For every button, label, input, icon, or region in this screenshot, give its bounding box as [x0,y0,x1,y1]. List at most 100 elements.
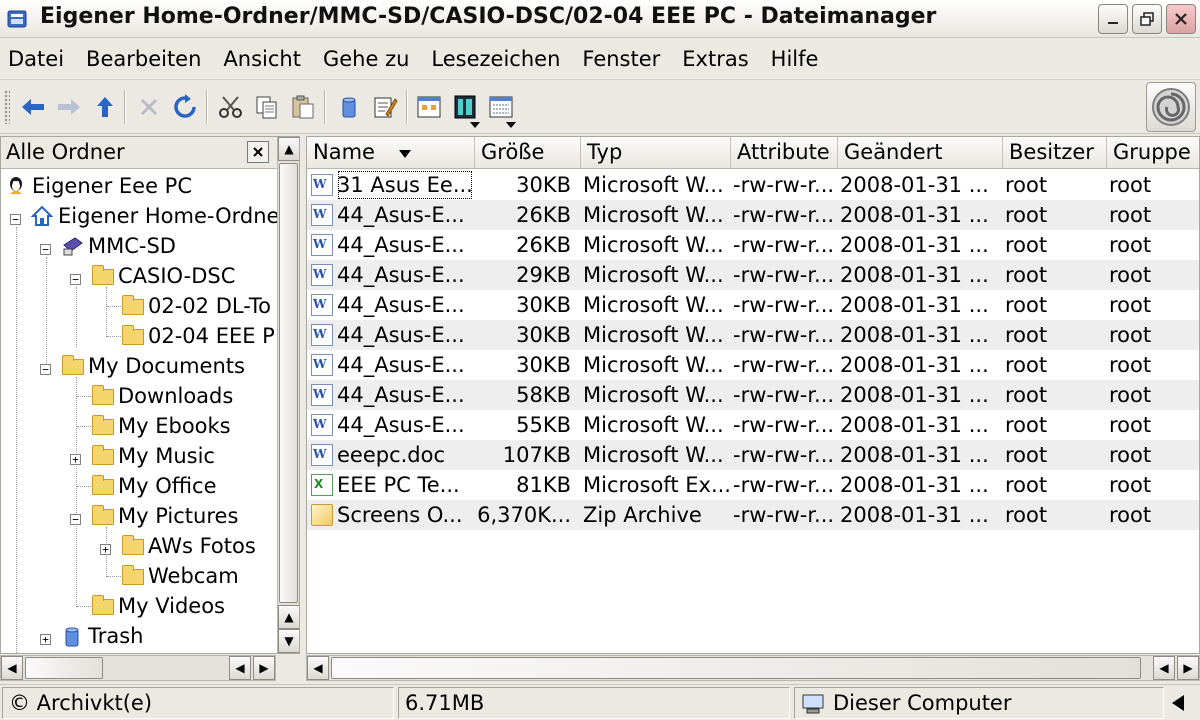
toolbar-grip[interactable] [4,90,10,124]
scroll-thumb[interactable] [331,657,1141,679]
tree-item-aws-fotos[interactable]: AWs Fotos [121,531,256,561]
minimize-button[interactable] [1098,4,1128,34]
scroll-left-button[interactable]: ◀ [307,656,329,680]
file-row[interactable]: 44_Asus-E... 29KB Microsoft W... -rw-rw-r..… [307,260,1199,290]
collapse-toggle[interactable]: − [40,364,51,375]
file-row[interactable]: 44_Asus-E... 55KB Microsoft W... -rw-rw-r..… [307,410,1199,440]
file-row[interactable]: Screens O... 6,370K... Zip Archive -rw-rw-r… [307,500,1199,530]
copy-button[interactable] [252,92,282,122]
file-cell-modified: 2008-01-31 ... [840,233,989,257]
tree-item-casio-dsc[interactable]: CASIO-DSC [91,261,235,291]
file-row[interactable]: 44_Asus-E... 26KB Microsoft W... -rw-rw-r..… [307,200,1199,230]
column-header-type[interactable]: Typ [581,137,731,169]
menu-ansicht[interactable]: Ansicht [223,47,301,71]
forward-button[interactable] [54,92,84,122]
file-row[interactable]: 44_Asus-E... 30KB Microsoft W... -rw-rw-r..… [307,320,1199,350]
menu-fenster[interactable]: Fenster [582,47,660,71]
folder-icon [91,475,115,497]
tree-item-downloads[interactable]: Downloads [91,381,233,411]
scroll-left-button[interactable]: ◀ [1153,656,1175,680]
file-cell-size: 26KB [516,203,571,227]
file-row[interactable]: 44_Asus-E... 58KB Microsoft W... -rw-rw-r..… [307,380,1199,410]
expand-toggle[interactable]: + [40,634,51,645]
file-row[interactable]: 44_Asus-E... 26KB Microsoft W... -rw-rw-r..… [307,230,1199,260]
close-sidebar-button[interactable] [247,141,269,163]
folder-tree-scrollbar[interactable]: ▲ ▲ ▼ [277,137,299,653]
stop-button[interactable] [134,92,164,122]
scroll-right-button[interactable]: ▶ [253,656,275,680]
word-doc-icon [311,384,333,406]
file-cell-name: EEE PC Te... [337,473,460,497]
up-button[interactable] [90,92,120,122]
tree-item-webcam[interactable]: Webcam [121,561,239,591]
tree-item-my-music[interactable]: My Music [91,441,215,471]
scroll-right-button[interactable]: ▶ [1177,656,1199,680]
menu-lesezeichen[interactable]: Lesezeichen [431,47,560,71]
paste-button[interactable] [288,92,318,122]
tree-item-02-02[interactable]: 02-02 DL-To [121,291,271,321]
menu-hilfe[interactable]: Hilfe [771,47,819,71]
tree-item-my-documents[interactable]: My Documents [61,351,245,381]
reload-button[interactable] [170,92,200,122]
toolbar [0,80,1200,134]
scroll-up-button[interactable]: ▲ [278,137,299,161]
trash-button[interactable] [334,92,364,122]
scroll-up-button[interactable]: ▲ [278,605,299,629]
tree-item-mmc-sd[interactable]: MMC-SD [61,231,176,261]
file-row[interactable]: 31 Asus Ee... 30KB Microsoft W... -rw-rw-r.… [307,170,1199,200]
icon-view-button[interactable] [414,92,444,122]
folder-tree-title: Alle Ordner [6,140,125,164]
file-row[interactable]: EEE PC Te... 81KB Microsoft Ex...-rw-rw-r.… [307,470,1199,500]
scroll-thumb[interactable] [279,163,298,603]
tree-line [46,257,47,367]
tree-item-my-videos[interactable]: My Videos [91,591,225,621]
tree-item-eigener-eee-pc[interactable]: Eigener Eee PC [5,171,192,201]
paste-icon [292,95,314,119]
scroll-left-button[interactable]: ◀ [229,656,251,680]
collapse-toggle[interactable]: − [10,214,21,225]
column-header-size[interactable]: Größe [475,137,581,169]
throbber-button[interactable] [1146,82,1196,132]
scroll-thumb[interactable] [25,657,103,679]
column-header-group[interactable]: Gruppe [1107,137,1199,169]
menu-extras[interactable]: Extras [682,47,748,71]
scroll-down-button[interactable]: ▼ [278,629,299,653]
menu-bearbeiten[interactable]: Bearbeiten [86,47,201,71]
back-button[interactable] [18,92,48,122]
column-header-attributes[interactable]: Attribute [731,137,838,169]
tree-item-home[interactable]: Eigener Home-Ordne [30,201,279,231]
tree-line [107,336,121,337]
column-header-name[interactable]: Name [307,137,475,169]
column-header-modified[interactable]: Geändert [838,137,1003,169]
menu-gehe-zu[interactable]: Gehe zu [323,47,409,71]
folder-icon [91,505,115,527]
tree-item-my-office[interactable]: My Office [91,471,217,501]
properties-button[interactable] [370,92,400,122]
expand-toggle[interactable]: + [100,544,111,555]
tree-item-trash[interactable]: Trash [61,621,144,651]
tree-item-my-pictures[interactable]: My Pictures [91,501,238,531]
collapse-toggle[interactable]: − [70,514,81,525]
collapse-toggle[interactable]: − [70,274,81,285]
scroll-left-button[interactable]: ◀ [1,656,23,680]
tree-item-label: My Pictures [118,504,239,528]
close-window-button[interactable] [1166,4,1196,34]
folder-tree-hscrollbar[interactable]: ◀ ◀ ▶ [0,655,276,681]
maximize-button[interactable] [1132,4,1162,34]
menu-datei[interactable]: Datei [8,47,64,71]
column-header-owner[interactable]: Besitzer [1003,137,1107,169]
file-row[interactable]: 44_Asus-E... 30KB Microsoft W... -rw-rw-r..… [307,350,1199,380]
file-cell-name: 44_Asus-E... [337,203,465,227]
resize-grip-icon[interactable] [1172,695,1184,711]
file-list-hscrollbar[interactable]: ◀ ◀ ▶ [306,655,1200,681]
file-row[interactable]: 44_Asus-E... 30KB Microsoft W... -rw-rw-r..… [307,290,1199,320]
collapse-toggle[interactable]: − [40,244,51,255]
detail-view-button[interactable] [450,92,480,128]
file-cell-attr: -rw-rw-r... [733,233,835,257]
file-row[interactable]: eeepc.doc 107KB Microsoft W... -rw-rw-r...2… [307,440,1199,470]
tree-item-02-04-selected[interactable]: 02-04 EEE P [121,321,275,351]
cut-button[interactable] [216,92,246,122]
tree-item-my-ebooks[interactable]: My Ebooks [91,411,231,441]
list-view-button[interactable] [486,92,516,128]
expand-toggle[interactable]: + [70,454,81,465]
